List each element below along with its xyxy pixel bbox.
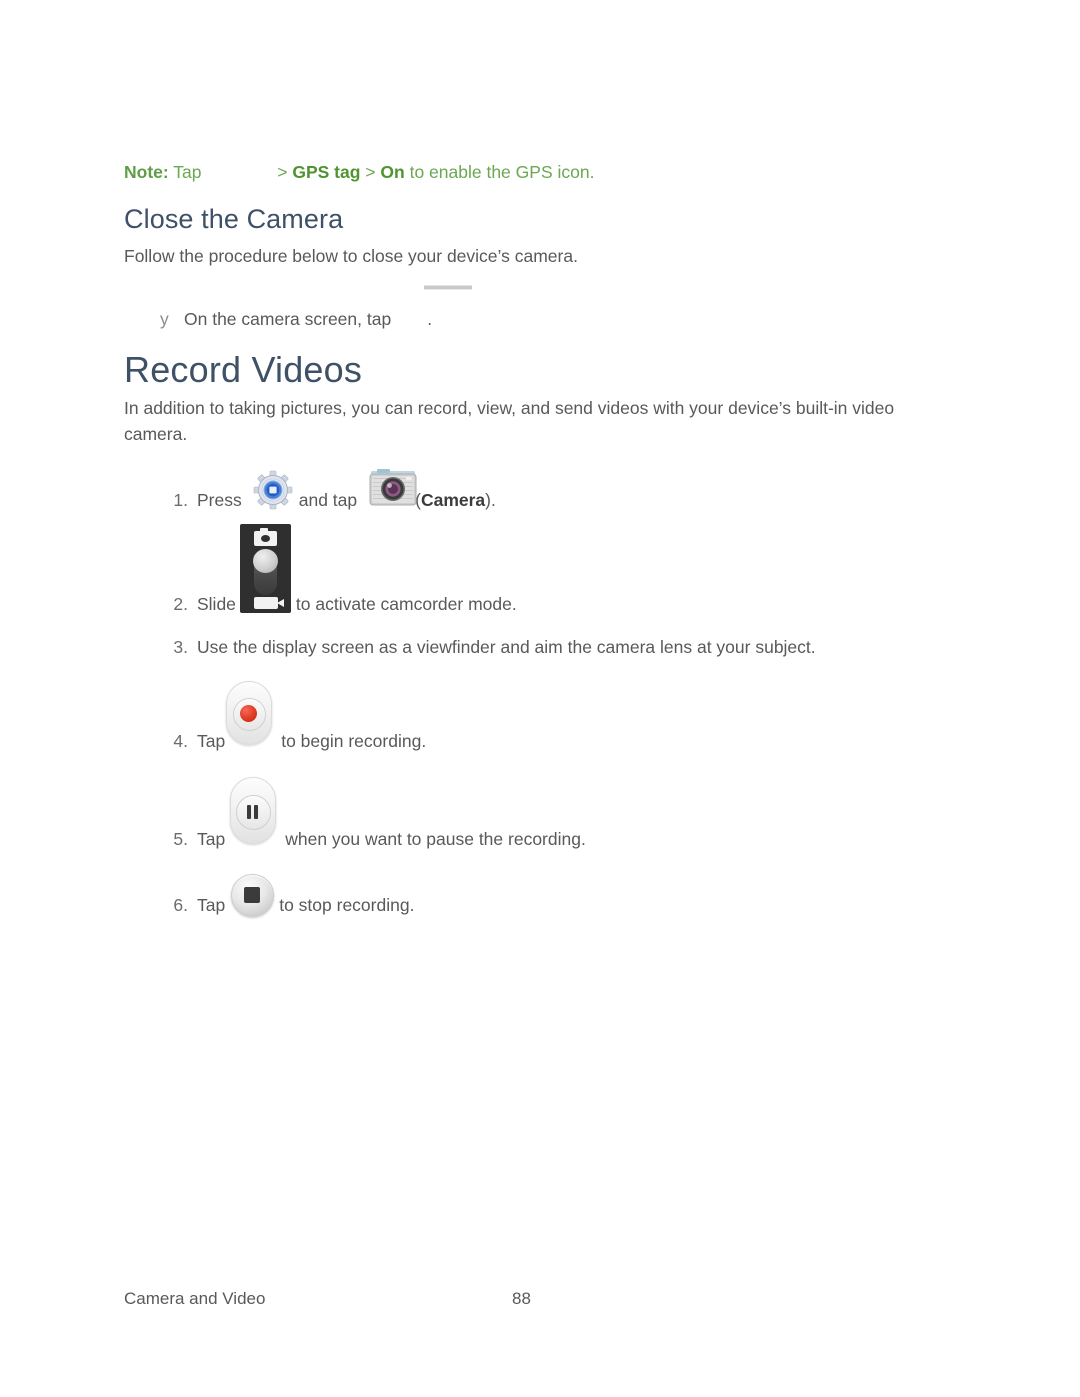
bullet-marker: y — [160, 309, 169, 329]
footer-page-number: 88 — [512, 1289, 531, 1308]
pause-button-ring — [236, 795, 271, 830]
step-1: 1. Press and tap (Camera). — [155, 487, 496, 513]
heading-close-the-camera: Close the Camera — [124, 204, 344, 234]
slider-camera-mode-icon — [254, 528, 277, 546]
step-5-text-before: Tap — [197, 829, 226, 849]
camcorder-slider-icon — [240, 524, 291, 613]
note-callout: Note: Tap > GPS tag > On to enable the G… — [124, 160, 594, 184]
stop-button-icon — [231, 874, 274, 917]
step-3: 3. Use the display screen as a viewfinder… — [155, 634, 816, 660]
list-item: y On the camera screen, tap. — [160, 306, 432, 332]
record-videos-intro: In addition to taking pictures, you can … — [124, 398, 895, 444]
pause-button-icon — [230, 777, 276, 844]
step-2-text-after: to activate camcorder mode. — [295, 594, 517, 614]
step-4: 4. Tap to begin recording. — [155, 728, 426, 754]
slider-video-mode-icon — [254, 597, 284, 609]
step-6-number: 6. — [173, 895, 188, 915]
step-1-text-after: ). — [485, 490, 496, 510]
stop-square — [244, 887, 260, 903]
image-artifact-rule — [424, 285, 472, 290]
note-tail-text: to enable the GPS icon. — [409, 162, 595, 182]
note-value: On — [380, 162, 405, 182]
step-4-text-after: to begin recording. — [281, 731, 427, 751]
step-5-number: 5. — [173, 829, 188, 849]
step-2-number: 2. — [173, 594, 188, 614]
step-4-number: 4. — [173, 731, 188, 751]
gear-icon — [251, 470, 295, 510]
step-1-bold-label: Camera — [420, 490, 486, 510]
record-button-ring — [233, 698, 266, 731]
step-6: 6. Tap to stop recording. — [155, 892, 414, 918]
step-1-text-before: Press — [197, 490, 242, 510]
pause-bars — [246, 805, 260, 819]
document-page: Note: Tap > GPS tag > On to enable the G… — [0, 0, 1080, 1397]
note-separator-1: > — [277, 162, 288, 182]
camera-app-icon — [368, 469, 418, 511]
step-6-text-before: Tap — [197, 895, 226, 915]
bullet-text-tail: . — [427, 309, 433, 329]
note-lead-text: Tap — [173, 162, 202, 182]
step-3-text: Use the display screen as a viewfinder a… — [197, 637, 816, 657]
step-1-number: 1. — [173, 490, 188, 510]
step-2: 2. Slide to activate camcorder mode. — [155, 591, 517, 617]
step-4-text-before: Tap — [197, 731, 226, 751]
step-1-text-middle: and tap — [298, 490, 358, 510]
slider-knob — [253, 549, 278, 573]
close-camera-intro: Follow the procedure below to close your… — [124, 246, 578, 266]
page-title-record-videos: Record Videos — [124, 349, 363, 390]
footer-chapter-label: Camera and Video — [124, 1289, 266, 1308]
step-6-text-after: to stop recording. — [279, 895, 415, 915]
step-5-text-after: when you want to pause the recording. — [285, 829, 586, 849]
step-3-number: 3. — [173, 637, 188, 657]
step-5: 5. Tap when you want to pause the recordin… — [155, 826, 586, 852]
note-separator-2: > — [365, 162, 376, 182]
record-dot — [240, 705, 257, 722]
step-2-text-before: Slide — [197, 594, 236, 614]
note-menu-item: GPS tag — [292, 162, 361, 182]
note-label: Note: — [124, 162, 169, 182]
record-button-icon — [226, 681, 272, 745]
bullet-text: On the camera screen, tap — [184, 309, 392, 329]
